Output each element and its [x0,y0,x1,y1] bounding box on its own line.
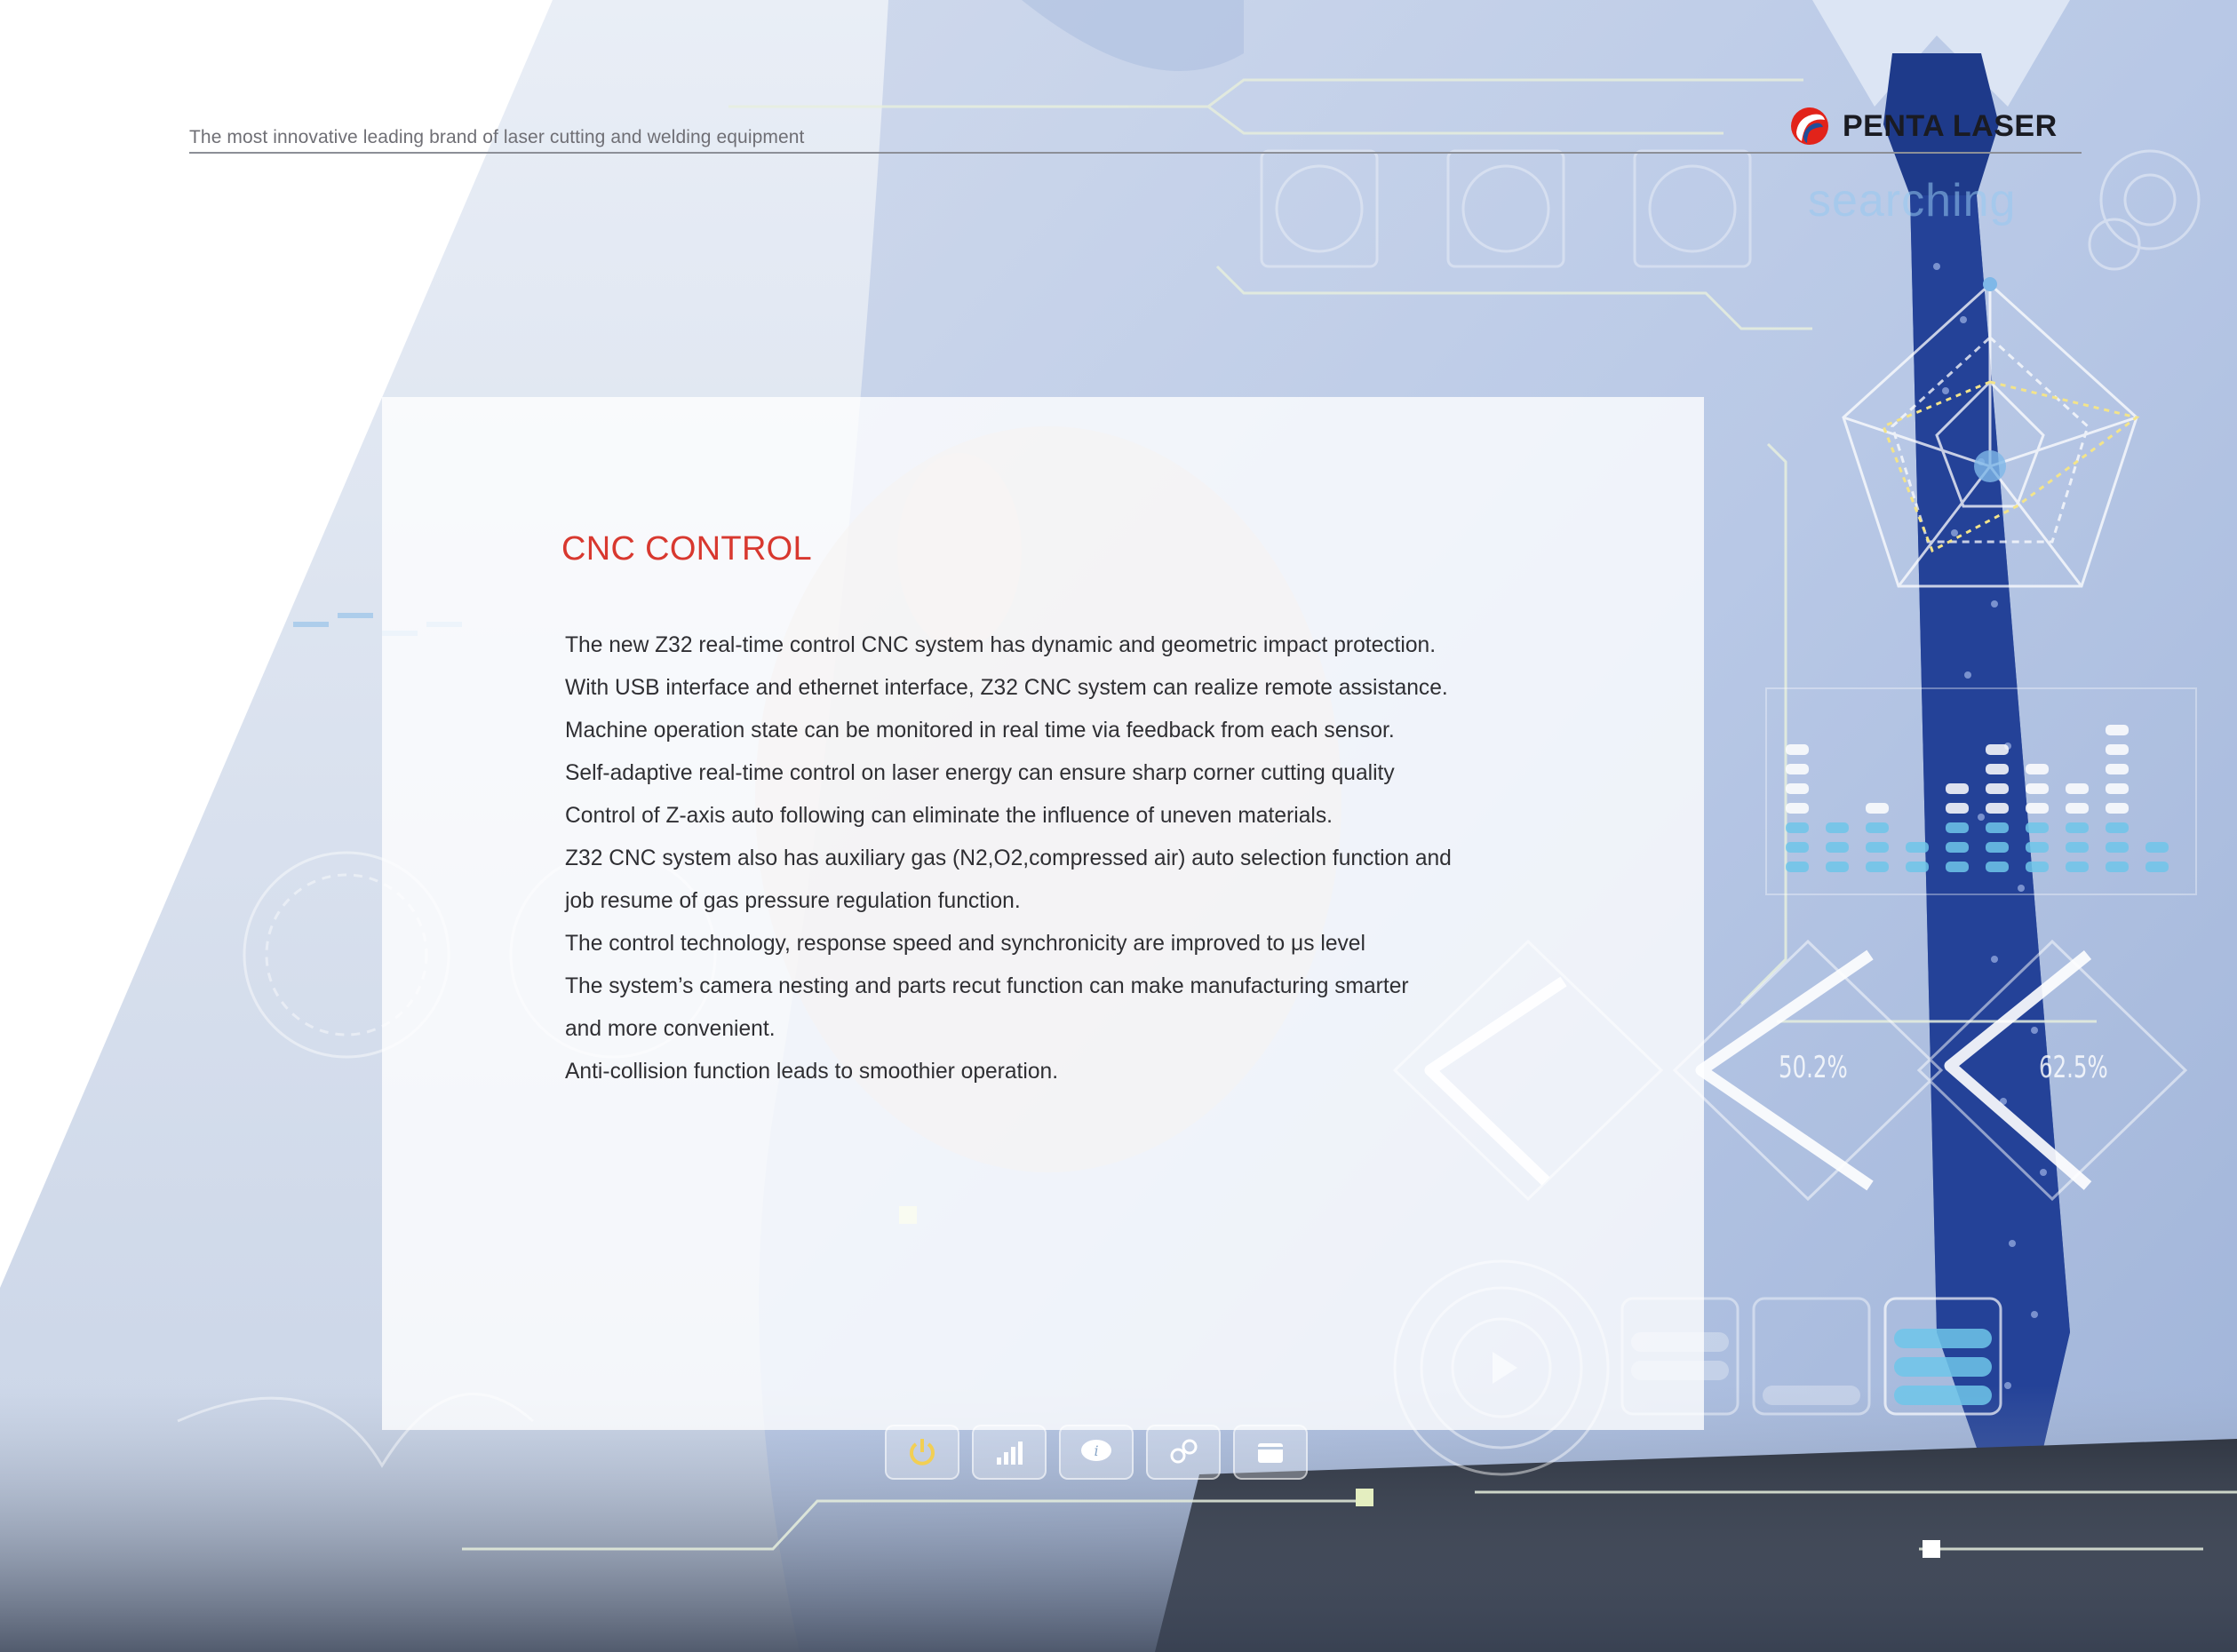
folder-icon [1233,1425,1308,1480]
equalizer-bar-segment [1786,803,1809,814]
link-icon [1146,1425,1221,1480]
equalizer-bar-segment [1866,842,1889,853]
equalizer-bar-segment [1986,822,2009,833]
info-icon: i [1059,1425,1134,1480]
equalizer-bar-segment [1986,744,2009,755]
penta-logo-icon [1791,107,1828,145]
brochure-page: searching 50.2% 62.5% i The most innovat… [0,0,2237,1652]
chart-icon [972,1425,1047,1480]
equalizer-bar-segment [1786,842,1809,853]
equalizer-bar-segment [2026,842,2049,853]
power-icon [885,1425,959,1480]
body-line: Anti-collision function leads to smoothi… [565,1060,1059,1084]
equalizer-bar-segment [1826,822,1849,833]
equalizer-bar-segment [1786,764,1809,774]
hud-gauge-value: 62.5% [2039,1050,2108,1085]
equalizer-bar-segment [1986,803,2009,814]
equalizer-bar-segment [2026,783,2049,794]
equalizer-bar-segment [2106,725,2129,735]
equalizer-bar-segment [2026,764,2049,774]
equalizer-bar-segment [1786,783,1809,794]
equalizer-bar-segment [1986,783,2009,794]
equalizer-bar-segment [1866,803,1889,814]
body-line: Z32 CNC system also has auxiliary gas (N… [565,846,1452,870]
equalizer-bar-segment [1946,783,1969,794]
equalizer-bar-segment [2026,862,2049,872]
equalizer-bar-segment [2106,764,2129,774]
equalizer-bar-segment [2106,842,2129,853]
equalizer-bar-segment [1986,842,2009,853]
equalizer-bar-segment [1866,862,1889,872]
equalizer-bar-segment [1946,822,1969,833]
section-body: The new Z32 real-time control CNC system… [565,624,1516,1093]
equalizer-bar-segment [1946,842,1969,853]
equalizer-bar-segment [1906,862,1929,872]
body-line: The system’s camera nesting and parts re… [565,974,1409,998]
equalizer-bar-segment [2066,783,2089,794]
equalizer-bar-segment [2145,862,2169,872]
equalizer-bar-segment [2066,862,2089,872]
hud-icon-toolbar: i [885,1425,1308,1480]
equalizer-bar-segment [2066,803,2089,814]
body-line: Control of Z-axis auto following can eli… [565,804,1333,828]
hud-gauge-value: 50.2% [1779,1050,1848,1085]
body-line: and more convenient. [565,1017,776,1041]
equalizer-bar-segment [1826,862,1849,872]
brand-logo: PENTA LASER [1789,103,2058,149]
body-line: job resume of gas pressure regulation fu… [565,889,1021,913]
equalizer-bar-segment [2106,822,2129,833]
body-line: Self-adaptive real-time control on laser… [565,761,1395,785]
svg-text:i: i [1094,1442,1098,1459]
equalizer-bar-segment [1786,862,1809,872]
body-line: The new Z32 real-time control CNC system… [565,633,1437,657]
equalizer-bar-segment [1826,842,1849,853]
header-divider [189,152,2082,154]
equalizer-bar-segment [1786,744,1809,755]
brand-tagline: The most innovative leading brand of las… [189,127,805,147]
equalizer-bar-segment [1786,822,1809,833]
body-line: With USB interface and ethernet interfac… [565,676,1448,700]
equalizer-bar-segment [2066,822,2089,833]
brand-name: PENTA LASER [1843,108,2058,143]
equalizer-bar-segment [2106,783,2129,794]
equalizer-bar-segment [1986,764,2009,774]
equalizer-bar-segment [1946,862,1969,872]
equalizer-bar-segment [2106,862,2129,872]
equalizer-bar-segment [2026,803,2049,814]
equalizer-bar-segment [1946,803,1969,814]
section-title: CNC CONTROL [561,530,812,568]
body-line: Machine operation state can be monitored… [565,719,1395,743]
equalizer-bar-segment [2145,842,2169,853]
equalizer-bar-segment [2106,803,2129,814]
equalizer-bar-segment [1866,822,1889,833]
body-line: The control technology, response speed a… [565,932,1365,956]
equalizer-bar-segment [2026,822,2049,833]
equalizer-bar-segment [1986,862,2009,872]
equalizer-bar-segment [2066,842,2089,853]
hud-searching-label: searching [1808,175,2017,226]
equalizer-bar-segment [1906,842,1929,853]
equalizer-bar-segment [2106,744,2129,755]
